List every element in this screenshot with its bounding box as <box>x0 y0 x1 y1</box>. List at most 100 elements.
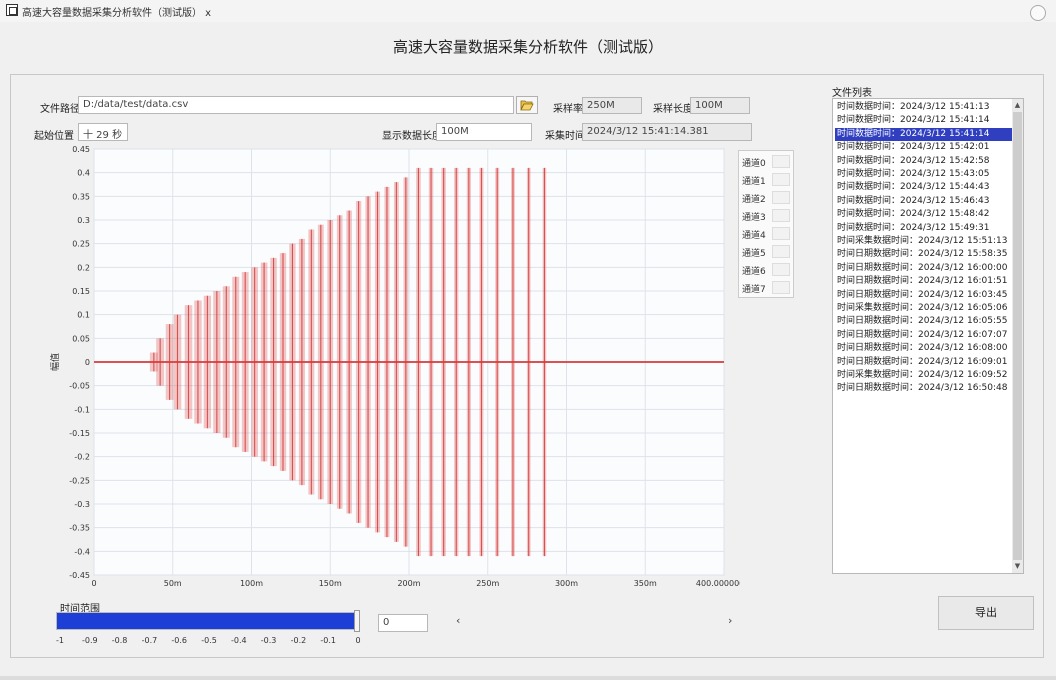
time-range-tick-label: -0.7 <box>141 636 158 645</box>
position-stepper[interactable]: 十 29 秒 <box>78 123 128 141</box>
y-tick-label: 0.1 <box>77 311 90 320</box>
browse-button[interactable] <box>516 96 538 114</box>
list-item[interactable]: 时间数据时间：2024/3/12 15:42:58 <box>835 155 1013 168</box>
time-range-tick-label: -0.3 <box>260 636 277 645</box>
y-tick-label: 0.45 <box>72 145 90 154</box>
file-path-label: 文件路径 <box>40 104 80 115</box>
legend-swatch-icon <box>772 155 790 168</box>
legend-item[interactable]: 通道4 <box>742 227 792 241</box>
time-range-ticks: -1 -0.9 -0.8 -0.7 -0.6 -0.5 -0.4 -0.3 -0.2 -0.1 0 <box>52 636 372 648</box>
x-tick-label: 0 <box>91 579 96 588</box>
legend-item[interactable]: 通道2 <box>742 191 792 205</box>
x-tick-label: 150m <box>319 579 342 588</box>
y-tick-label: 0.3 <box>77 216 90 225</box>
scroll-down-icon[interactable]: ▼ <box>1012 561 1023 572</box>
time-range-tick-label: -0.6 <box>171 636 187 645</box>
legend-swatch-icon <box>772 209 790 222</box>
time-range-handle[interactable] <box>354 610 360 632</box>
x-tick-label: 400.000000m <box>696 579 740 588</box>
legend-item-label: 通道4 <box>742 231 766 241</box>
list-item[interactable]: 时间数据时间：2024/3/12 15:42:01 <box>835 141 1013 154</box>
legend-item-label: 通道2 <box>742 195 766 205</box>
list-item[interactable]: 时间数据时间：2024/3/12 15:43:05 <box>835 168 1013 181</box>
bandwidth-field[interactable]: 100M <box>690 97 750 114</box>
y-tick-label: -0.15 <box>69 429 90 438</box>
legend-swatch-icon <box>772 191 790 204</box>
list-item[interactable]: 时间数据时间：2024/3/12 15:48:42 <box>835 208 1013 221</box>
list-item[interactable]: 时间数据时间：2024/3/12 15:41:14 <box>835 127 1013 141</box>
legend-swatch-icon <box>772 263 790 276</box>
list-item[interactable]: 时间采集数据时间：2024/3/12 16:09:52 <box>835 369 1013 382</box>
scroll-right-icon[interactable]: › <box>728 614 732 627</box>
time-range-tick-label: -0.8 <box>111 636 128 645</box>
time-range-value-input[interactable]: 0 <box>378 614 428 632</box>
y-tick-label: 0.25 <box>72 240 90 249</box>
list-item[interactable]: 时间日期数据时间：2024/3/12 16:09:01 <box>835 356 1013 369</box>
list-item[interactable]: 时间数据时间：2024/3/12 15:46:43 <box>835 195 1013 208</box>
x-tick-label: 250m <box>476 579 499 588</box>
bandwidth-label: 采样长度 <box>653 104 693 115</box>
list-item[interactable]: 时间日期数据时间：2024/3/12 16:07:07 <box>835 329 1013 342</box>
x-tick-label: 200m <box>397 579 420 588</box>
list-item[interactable]: 时间数据时间：2024/3/12 15:44:43 <box>835 181 1013 194</box>
y-tick-label: 0.4 <box>77 169 90 178</box>
scroll-up-icon[interactable]: ▲ <box>1012 100 1023 111</box>
display-length-input[interactable]: 100M <box>436 123 532 141</box>
list-item[interactable]: 时间数据时间：2024/3/12 15:41:13 <box>835 101 1013 114</box>
app-icon <box>6 4 18 16</box>
time-range-tick-label: -0.1 <box>320 636 336 645</box>
list-item[interactable]: 时间数据时间：2024/3/12 15:41:14 <box>835 114 1013 127</box>
x-tick-label: 300m <box>555 579 578 588</box>
time-range-tick-label: -0.9 <box>81 636 98 645</box>
list-item[interactable]: 时间日期数据时间：2024/3/12 16:01:51 <box>835 275 1013 288</box>
file-list-label: 文件列表 <box>832 88 872 99</box>
legend-item[interactable]: 通道6 <box>742 263 792 277</box>
x-tick-label: 350m <box>634 579 657 588</box>
y-tick-label: -0.3 <box>74 500 90 509</box>
export-button[interactable]: 导出 <box>938 596 1034 630</box>
time-range-tick-label: 0 <box>355 636 361 645</box>
file-list[interactable]: 时间数据时间：2024/3/12 15:41:13 时间数据时间：2024/3/1… <box>832 98 1024 574</box>
legend-item[interactable]: 通道7 <box>742 281 792 295</box>
folder-open-icon <box>520 100 534 111</box>
y-tick-label: -0.4 <box>74 547 90 556</box>
close-icon[interactable] <box>1030 5 1046 21</box>
legend-item[interactable]: 通道1 <box>742 173 792 187</box>
list-item[interactable]: 时间数据时间：2024/3/12 15:49:31 <box>835 222 1013 235</box>
list-item[interactable]: 时间日期数据时间：2024/3/12 15:58:35 <box>835 248 1013 261</box>
file-list-scroll-thumb[interactable] <box>1013 112 1022 560</box>
list-item[interactable]: 时间日期数据时间：2024/3/12 16:03:45 <box>835 289 1013 302</box>
time-range-tick-label: -0.5 <box>201 636 217 645</box>
file-path-input[interactable]: D:/data/test/data.csv <box>78 96 514 114</box>
scroll-left-icon[interactable]: ‹ <box>456 614 460 627</box>
legend-item[interactable]: 通道5 <box>742 245 792 259</box>
time-range-fill <box>57 613 359 629</box>
y-tick-label: 0.35 <box>72 192 90 201</box>
list-item[interactable]: 时间采集数据时间：2024/3/12 15:51:13 <box>835 235 1013 248</box>
time-field[interactable]: 2024/3/12 15:41:14.381 <box>582 123 752 141</box>
window-title: 高速大容量数据采集分析软件（测试版） x <box>22 8 212 19</box>
sample-rate-field[interactable]: 250M <box>582 97 642 114</box>
y-tick-label: -0.05 <box>69 382 90 391</box>
legend-swatch-icon <box>772 173 790 186</box>
legend-item[interactable]: 通道0 <box>742 155 792 169</box>
legend-item-label: 通道0 <box>742 159 766 169</box>
list-item[interactable]: 时间日期数据时间：2024/3/12 16:50:48 <box>835 382 1013 395</box>
y-tick-label: -0.2 <box>74 453 90 462</box>
waveform-chart[interactable]: 0.45 0.4 0.35 0.3 0.25 0.2 0.15 0.1 0.05 0 -0.05 -0… <box>40 140 740 596</box>
x-tick-label: 50m <box>164 579 182 588</box>
y-axis-label: 幅值 <box>49 353 61 371</box>
y-tick-label: 0 <box>85 358 90 367</box>
legend-item[interactable]: 通道3 <box>742 209 792 223</box>
list-item[interactable]: 时间日期数据时间：2024/3/12 16:08:00 <box>835 342 1013 355</box>
y-tick-label: 0.05 <box>72 334 90 343</box>
legend-item-label: 通道6 <box>742 267 766 277</box>
legend-item-label: 通道1 <box>742 177 766 187</box>
legend-item-label: 通道7 <box>742 285 766 295</box>
y-tick-label: -0.45 <box>69 571 90 580</box>
list-item[interactable]: 时间日期数据时间：2024/3/12 16:05:55 <box>835 315 1013 328</box>
status-line <box>0 676 1056 680</box>
list-item[interactable]: 时间日期数据时间：2024/3/12 16:00:00 <box>835 262 1013 275</box>
time-range-tick-label: -0.4 <box>230 636 247 645</box>
list-item[interactable]: 时间采集数据时间：2024/3/12 16:05:06 <box>835 302 1013 315</box>
